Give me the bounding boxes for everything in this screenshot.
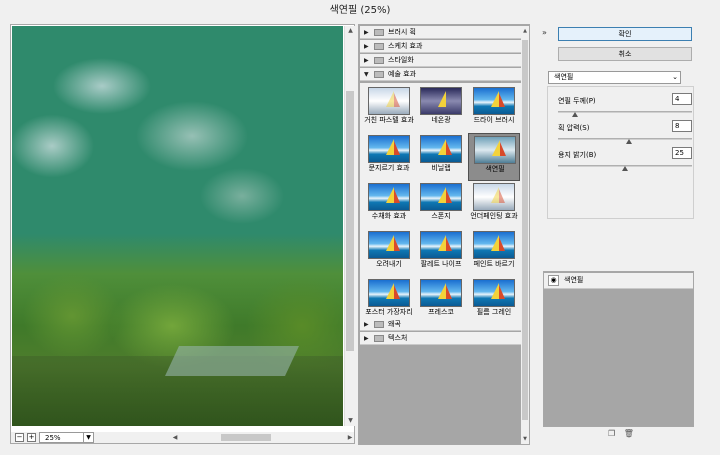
scroll-left-arrow-icon[interactable]: ◀ — [171, 433, 179, 442]
effect-layers-panel: ◉ 색연필 — [543, 271, 694, 427]
filter-thumb-sponge[interactable]: 스폰지 — [415, 181, 467, 229]
double-chevron-up-icon[interactable]: » — [542, 28, 547, 37]
preview-image[interactable] — [12, 26, 343, 426]
filter-preview-image — [474, 136, 516, 164]
expand-arrow-icon[interactable]: ▶ — [364, 318, 369, 331]
new-layer-icon[interactable]: ❐ — [608, 429, 615, 438]
filter-preview-image — [473, 87, 515, 115]
filter-preview-image — [368, 87, 410, 115]
thumbnail-grid: 거친 파스텔 효과 네온광 드라이 브러시 문지르기 효과 비닐랩 색연필 수채… — [360, 83, 521, 331]
pencil-width-slider-handle[interactable] — [571, 112, 578, 117]
expand-arrow-icon[interactable]: ▶ — [364, 26, 369, 39]
category-sketch[interactable]: ▶ 스케치 효과 — [360, 40, 521, 53]
stroke-pressure-slider[interactable] — [558, 138, 692, 140]
paper-brightness-input[interactable]: 25 — [672, 147, 692, 159]
filter-preview-image — [473, 183, 515, 211]
filter-thumb-smudge-stick[interactable]: 문지르기 효과 — [363, 133, 415, 181]
filter-preview-image — [473, 279, 515, 307]
preview-vertical-scroll-thumb[interactable] — [346, 91, 354, 351]
folder-icon — [374, 43, 384, 50]
zoom-value: 25% — [45, 434, 61, 442]
preview-path — [165, 346, 299, 376]
folder-icon — [374, 57, 384, 64]
folder-icon — [374, 335, 384, 342]
filter-thumb-colored-pencil[interactable]: 색연필 — [468, 133, 520, 181]
window-title: 색연필 (25%) — [329, 5, 391, 16]
param-paper-brightness: 용지 밝기(B) 25 — [558, 146, 692, 176]
gallery-scrollbar[interactable]: ▲ ▼ — [521, 26, 529, 444]
trash-icon[interactable]: 🗑 — [624, 429, 634, 438]
folder-icon — [374, 321, 384, 328]
zoom-out-button[interactable]: − — [15, 433, 24, 442]
filter-thumb-dry-brush[interactable]: 드라이 브러시 — [468, 85, 520, 133]
preview-horizontal-scrollbar[interactable]: ◀ ▶ — [171, 433, 354, 442]
param-label: 획 압력(S) — [558, 124, 590, 132]
scroll-up-arrow-icon[interactable]: ▲ — [345, 26, 356, 36]
preview-statusbar: − + 25% ▼ ◀ ▶ — [10, 432, 355, 444]
filter-preview-image — [368, 231, 410, 259]
category-distort[interactable]: ▶ 왜곡 — [360, 318, 521, 331]
stroke-pressure-slider-handle[interactable] — [626, 139, 633, 144]
filter-thumb-palette-knife[interactable]: 팔레트 나이프 — [415, 229, 467, 277]
filter-thumb-watercolor[interactable]: 수채화 효과 — [363, 181, 415, 229]
filter-preview-image — [473, 231, 515, 259]
expand-arrow-icon[interactable]: ▶ — [364, 332, 369, 345]
scroll-right-arrow-icon[interactable]: ▶ — [346, 433, 354, 442]
zoom-select[interactable]: 25% ▼ — [39, 432, 94, 443]
param-stroke-pressure: 획 압력(S) 8 — [558, 119, 692, 149]
filter-thumb-neon-glow[interactable]: 네온광 — [415, 85, 467, 133]
layer-actions: ❐ 🗑 — [608, 429, 640, 438]
scroll-down-arrow-icon[interactable]: ▼ — [521, 434, 529, 444]
filter-preview-image — [420, 87, 462, 115]
param-pencil-width: 연필 두께(P) 4 — [558, 92, 692, 122]
filter-preview-image — [368, 183, 410, 211]
folder-open-icon — [374, 71, 384, 78]
filter-select-value: 색연필 — [554, 73, 574, 81]
pencil-width-input[interactable]: 4 — [672, 93, 692, 105]
category-brush-strokes[interactable]: ▶ 브러시 획 — [360, 26, 521, 39]
category-artistic[interactable]: ▼ 예술 효과 — [360, 68, 521, 81]
filter-thumb-paint-daubs[interactable]: 페인트 바르기 — [468, 229, 520, 277]
filter-thumb-plastic-wrap[interactable]: 비닐랩 — [415, 133, 467, 181]
folder-icon — [374, 29, 384, 36]
filter-preview-image — [420, 135, 462, 163]
filter-thumb-cutout[interactable]: 오려내기 — [363, 229, 415, 277]
scroll-up-arrow-icon[interactable]: ▲ — [521, 26, 529, 36]
filter-settings-panel: 연필 두께(P) 4 획 압력(S) 8 용지 밝기(B) 25 — [547, 86, 694, 219]
filter-preview-image — [420, 279, 462, 307]
param-label: 연필 두께(P) — [558, 97, 596, 105]
param-label: 용지 밝기(B) — [558, 151, 597, 159]
paper-brightness-slider-handle[interactable] — [622, 166, 628, 171]
gallery-scroll-thumb[interactable] — [522, 40, 528, 420]
eye-icon[interactable]: ◉ — [548, 275, 559, 286]
filter-gallery: ▶ 브러시 획 ▶ 스케치 효과 ▶ 스타일화 ▼ 예술 효과 거친 파스텔 효… — [358, 24, 530, 445]
collapse-arrow-icon[interactable]: ▼ — [364, 68, 369, 81]
category-stylize[interactable]: ▶ 스타일화 — [360, 54, 521, 67]
expand-arrow-icon[interactable]: ▶ — [364, 40, 369, 53]
stroke-pressure-input[interactable]: 8 — [672, 120, 692, 132]
filter-preview-image — [420, 231, 462, 259]
filter-preview-image — [420, 183, 462, 211]
scroll-down-arrow-icon[interactable]: ▼ — [345, 416, 356, 426]
zoom-in-button[interactable]: + — [27, 433, 36, 442]
ok-button[interactable]: 확인 — [558, 27, 692, 41]
preview-pane[interactable]: ▲ ▼ — [10, 24, 355, 434]
category-texture[interactable]: ▶ 텍스처 — [360, 332, 521, 345]
expand-arrow-icon[interactable]: ▶ — [364, 54, 369, 67]
effect-layer-name: 색연필 — [564, 276, 584, 284]
filter-preview-image — [368, 135, 410, 163]
cancel-button[interactable]: 취소 — [558, 47, 692, 61]
chevron-down-icon[interactable]: ▼ — [83, 433, 93, 442]
preview-horizontal-scroll-thumb[interactable] — [221, 434, 271, 441]
filter-select[interactable]: 색연필 ⌄ — [548, 71, 681, 84]
chevron-down-icon[interactable]: ⌄ — [672, 72, 678, 83]
effect-layer-row[interactable]: ◉ 색연필 — [544, 273, 693, 289]
filter-thumb-rough-pastels[interactable]: 거친 파스텔 효과 — [363, 85, 415, 133]
preview-vertical-scrollbar[interactable]: ▲ ▼ — [344, 26, 355, 426]
pencil-width-slider[interactable] — [558, 111, 692, 113]
filter-thumb-underpainting[interactable]: 언더페인팅 효과 — [468, 181, 520, 229]
filter-preview-image — [368, 279, 410, 307]
